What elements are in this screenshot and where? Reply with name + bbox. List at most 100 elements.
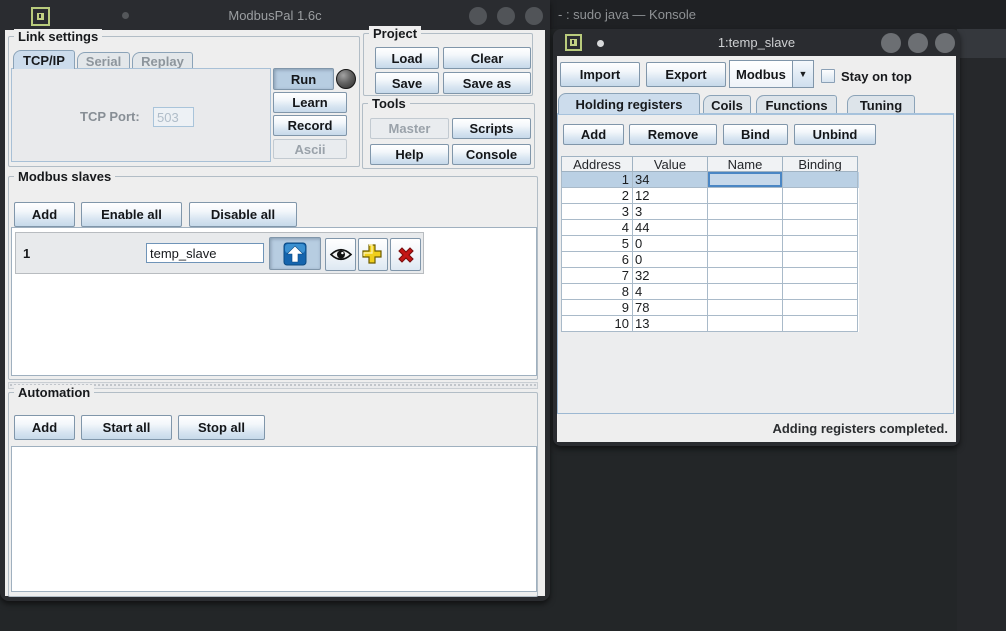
cell-binding[interactable] <box>783 300 858 316</box>
table-row[interactable]: 5 0 <box>561 236 859 252</box>
table-row[interactable]: 4 44 <box>561 220 859 236</box>
tab-functions[interactable]: Functions <box>756 95 837 114</box>
cell-value[interactable]: 3 <box>633 204 708 220</box>
maximize-button[interactable] <box>908 33 928 53</box>
cell-name[interactable] <box>708 220 783 236</box>
tab-replay[interactable]: Replay <box>132 52 193 69</box>
cell-name[interactable] <box>708 204 783 220</box>
table-row[interactable]: 1 34 <box>561 172 859 188</box>
slave-editor-titlebar[interactable]: 1:temp_slave <box>553 29 960 56</box>
cell-address[interactable]: 4 <box>561 220 633 236</box>
slave-add-button[interactable]: Add <box>14 202 75 227</box>
export-button[interactable]: Export <box>646 62 726 87</box>
table-row[interactable]: 9 78 <box>561 300 859 316</box>
master-button[interactable]: Master <box>370 118 449 139</box>
table-row[interactable]: 3 3 <box>561 204 859 220</box>
cell-address[interactable]: 1 <box>561 172 633 188</box>
slave-view-button[interactable] <box>325 238 356 271</box>
cell-value[interactable]: 34 <box>633 172 708 188</box>
record-button[interactable]: Record <box>273 115 347 136</box>
tab-serial[interactable]: Serial <box>77 52 130 69</box>
ascii-button[interactable]: Ascii <box>273 139 347 159</box>
cell-name[interactable] <box>708 316 783 332</box>
cell-address[interactable]: 5 <box>561 236 633 252</box>
cell-address[interactable]: 9 <box>561 300 633 316</box>
automation-add-button[interactable]: Add <box>14 415 75 440</box>
column-header-value[interactable]: Value <box>633 156 708 172</box>
save-as-button[interactable]: Save as <box>443 72 531 94</box>
register-bind-button[interactable]: Bind <box>723 124 788 145</box>
cell-value[interactable]: 78 <box>633 300 708 316</box>
stay-on-top-checkbox[interactable] <box>821 69 835 83</box>
cell-address[interactable]: 3 <box>561 204 633 220</box>
maximize-button[interactable] <box>497 7 515 25</box>
load-button[interactable]: Load <box>375 47 439 69</box>
cell-value[interactable]: 0 <box>633 236 708 252</box>
slave-name-input[interactable] <box>146 243 264 263</box>
scripts-button[interactable]: Scripts <box>452 118 531 139</box>
cell-binding[interactable] <box>783 172 858 188</box>
save-button[interactable]: Save <box>375 72 439 94</box>
cell-value[interactable]: 4 <box>633 284 708 300</box>
column-header-binding[interactable]: Binding <box>783 156 858 172</box>
column-header-name[interactable]: Name <box>708 156 783 172</box>
cell-name[interactable] <box>708 284 783 300</box>
register-unbind-button[interactable]: Unbind <box>794 124 876 145</box>
run-button[interactable]: Run <box>273 68 334 90</box>
learn-button[interactable]: Learn <box>273 92 347 113</box>
cell-binding[interactable] <box>783 236 858 252</box>
cell-address[interactable]: 8 <box>561 284 633 300</box>
import-button[interactable]: Import <box>560 62 640 87</box>
slave-add-automation-button[interactable] <box>358 238 388 271</box>
slave-delete-button[interactable] <box>390 238 421 271</box>
tab-coils[interactable]: Coils <box>703 95 751 114</box>
cell-value[interactable]: 12 <box>633 188 708 204</box>
cell-binding[interactable] <box>783 204 858 220</box>
table-row[interactable]: 10 13 <box>561 316 859 332</box>
cell-value[interactable]: 0 <box>633 252 708 268</box>
close-button[interactable] <box>935 33 955 53</box>
tcp-port-input[interactable] <box>153 107 194 127</box>
cell-binding[interactable] <box>783 268 858 284</box>
cell-binding[interactable] <box>783 316 858 332</box>
cell-binding[interactable] <box>783 284 858 300</box>
disable-all-button[interactable]: Disable all <box>189 202 297 227</box>
cell-name[interactable] <box>708 172 783 188</box>
tab-tuning[interactable]: Tuning <box>847 95 915 114</box>
register-add-button[interactable]: Add <box>563 124 624 145</box>
chevron-down-icon[interactable]: ▼ <box>793 60 814 88</box>
cell-address[interactable]: 7 <box>561 268 633 284</box>
clear-button[interactable]: Clear <box>443 47 531 69</box>
modbuspal-titlebar[interactable]: ModbusPal 1.6c <box>0 0 550 30</box>
cell-name[interactable] <box>708 300 783 316</box>
cell-address[interactable]: 2 <box>561 188 633 204</box>
cell-value[interactable]: 32 <box>633 268 708 284</box>
tab-tcpip[interactable]: TCP/IP <box>13 50 75 69</box>
slave-row[interactable]: 1 <box>15 232 424 274</box>
enable-all-button[interactable]: Enable all <box>81 202 182 227</box>
console-button[interactable]: Console <box>452 144 531 165</box>
minimize-button[interactable] <box>881 33 901 53</box>
table-row[interactable]: 2 12 <box>561 188 859 204</box>
cell-name[interactable] <box>708 236 783 252</box>
cell-address[interactable]: 6 <box>561 252 633 268</box>
cell-binding[interactable] <box>783 252 858 268</box>
tab-holding-registers[interactable]: Holding registers <box>558 93 700 114</box>
cell-name[interactable] <box>708 252 783 268</box>
stop-all-button[interactable]: Stop all <box>178 415 265 440</box>
cell-value[interactable]: 13 <box>633 316 708 332</box>
cell-name[interactable] <box>708 188 783 204</box>
mode-combobox[interactable]: Modbus ▼ <box>729 60 814 88</box>
cell-name[interactable] <box>708 268 783 284</box>
table-row[interactable]: 7 32 <box>561 268 859 284</box>
cell-value[interactable]: 44 <box>633 220 708 236</box>
table-row[interactable]: 8 4 <box>561 284 859 300</box>
column-header-address[interactable]: Address <box>561 156 633 172</box>
slave-enable-toggle[interactable] <box>269 237 321 270</box>
close-button[interactable] <box>525 7 543 25</box>
minimize-button[interactable] <box>469 7 487 25</box>
register-remove-button[interactable]: Remove <box>629 124 717 145</box>
cell-binding[interactable] <box>783 220 858 236</box>
help-button[interactable]: Help <box>370 144 449 165</box>
table-row[interactable]: 6 0 <box>561 252 859 268</box>
